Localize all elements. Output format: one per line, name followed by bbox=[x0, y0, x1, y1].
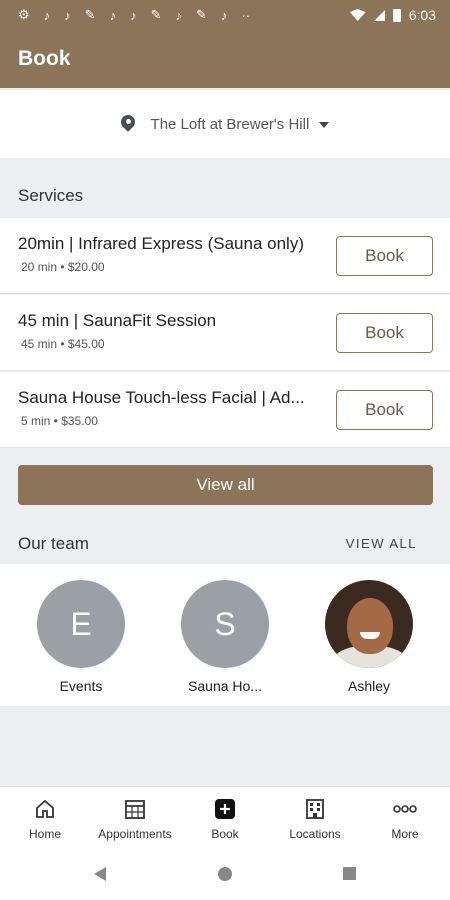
service-row: 45 min | SaunaFit Session 45 min • $45.0… bbox=[0, 295, 450, 371]
member-name: Ashley bbox=[347, 678, 391, 694]
service-meta: 5 min • $35.00 bbox=[21, 414, 98, 428]
nav-label: Appointments bbox=[98, 827, 172, 841]
system-navigation-bar bbox=[0, 848, 450, 900]
notification-icon: ♪ bbox=[64, 7, 71, 23]
service-name: 45 min | SaunaFit Session bbox=[18, 311, 217, 330]
location-name: The Loft at Brewer's Hill bbox=[150, 115, 310, 133]
notification-icon: ✎ bbox=[84, 7, 96, 22]
more-icon bbox=[360, 797, 450, 821]
notification-icon: ♪ bbox=[130, 7, 137, 23]
status-bar: ⚙ ♪ ♪ ✎ ♪ ♪ ✎ ♪ ✎ ♪ ·· 6:03 bbox=[0, 0, 450, 30]
wifi-icon bbox=[349, 9, 366, 21]
nav-appointments[interactable]: Appointments bbox=[90, 797, 180, 841]
book-button[interactable]: Book bbox=[336, 390, 433, 430]
team-panel: E Events S Sauna Ho... Ashley bbox=[0, 564, 450, 706]
more-notifications-icon: ·· bbox=[241, 7, 251, 23]
settings-icon: ⚙ bbox=[18, 7, 30, 22]
nav-label: Locations bbox=[289, 827, 341, 841]
avatar-photo bbox=[325, 580, 413, 668]
app-bar: Book bbox=[0, 30, 450, 88]
plus-icon bbox=[180, 797, 270, 821]
services-title: Services bbox=[18, 186, 84, 205]
notification-icon: ♪ bbox=[220, 7, 228, 23]
service-meta: 20 min • $20.00 bbox=[21, 260, 105, 274]
notification-icon: ♪ bbox=[109, 7, 117, 23]
member-name: Sauna Ho... bbox=[188, 678, 262, 694]
nav-label: Book bbox=[211, 827, 239, 841]
nav-locations[interactable]: Locations bbox=[270, 797, 360, 841]
nav-home[interactable]: Home bbox=[0, 797, 90, 841]
back-icon[interactable] bbox=[94, 867, 106, 881]
team-title: Our team bbox=[18, 534, 89, 553]
status-time: 6:03 bbox=[408, 7, 436, 23]
team-member-sauna-house[interactable]: S Sauna Ho... bbox=[170, 580, 280, 694]
dropdown-caret-icon bbox=[319, 121, 330, 128]
location-selector[interactable]: The Loft at Brewer's Hill bbox=[0, 90, 450, 158]
home-icon bbox=[0, 797, 90, 821]
location-pin-icon bbox=[121, 115, 135, 133]
service-row: Sauna House Touch-less Facial | Ad... 5 … bbox=[0, 372, 450, 448]
avatar: S bbox=[181, 580, 269, 668]
team-member-ashley[interactable]: Ashley bbox=[314, 580, 424, 694]
calendar-icon bbox=[90, 797, 180, 821]
service-name: 20min | Infrared Express (Sauna only) bbox=[18, 234, 304, 253]
avatar: E bbox=[37, 580, 125, 668]
home-circle-icon[interactable] bbox=[218, 867, 232, 881]
member-name: Events bbox=[59, 678, 103, 694]
nav-book[interactable]: Book bbox=[180, 797, 270, 841]
notification-icons: ⚙ ♪ ♪ ✎ ♪ ♪ ✎ ♪ ✎ ♪ ·· bbox=[18, 7, 250, 23]
battery-icon bbox=[392, 8, 401, 22]
team-member-events[interactable]: E Events bbox=[26, 580, 136, 694]
book-button[interactable]: Book bbox=[336, 236, 433, 276]
recents-icon[interactable] bbox=[343, 867, 356, 880]
bottom-navigation: Home Appointments Book Locations More bbox=[0, 786, 450, 848]
notification-icon: ♪ bbox=[43, 7, 51, 23]
building-icon bbox=[270, 797, 360, 821]
nav-label: More bbox=[391, 827, 419, 841]
notification-icon: ✎ bbox=[150, 7, 162, 22]
service-meta: 45 min • $45.00 bbox=[21, 337, 105, 351]
notification-icon: ♪ bbox=[175, 7, 182, 23]
nav-label: Home bbox=[28, 827, 61, 841]
view-all-services-button[interactable]: View all bbox=[18, 465, 433, 505]
service-name: Sauna House Touch-less Facial | Ad... bbox=[18, 388, 305, 407]
nav-more[interactable]: More bbox=[360, 797, 450, 841]
team-header: Our team VIEW ALL bbox=[0, 520, 450, 564]
book-button[interactable]: Book bbox=[336, 313, 433, 353]
signal-icon bbox=[373, 9, 385, 21]
notification-icon: ✎ bbox=[195, 7, 207, 22]
service-row: 20min | Infrared Express (Sauna only) 20… bbox=[0, 218, 450, 294]
page-title: Book bbox=[18, 47, 71, 70]
view-all-team-link[interactable]: VIEW ALL bbox=[346, 536, 417, 551]
